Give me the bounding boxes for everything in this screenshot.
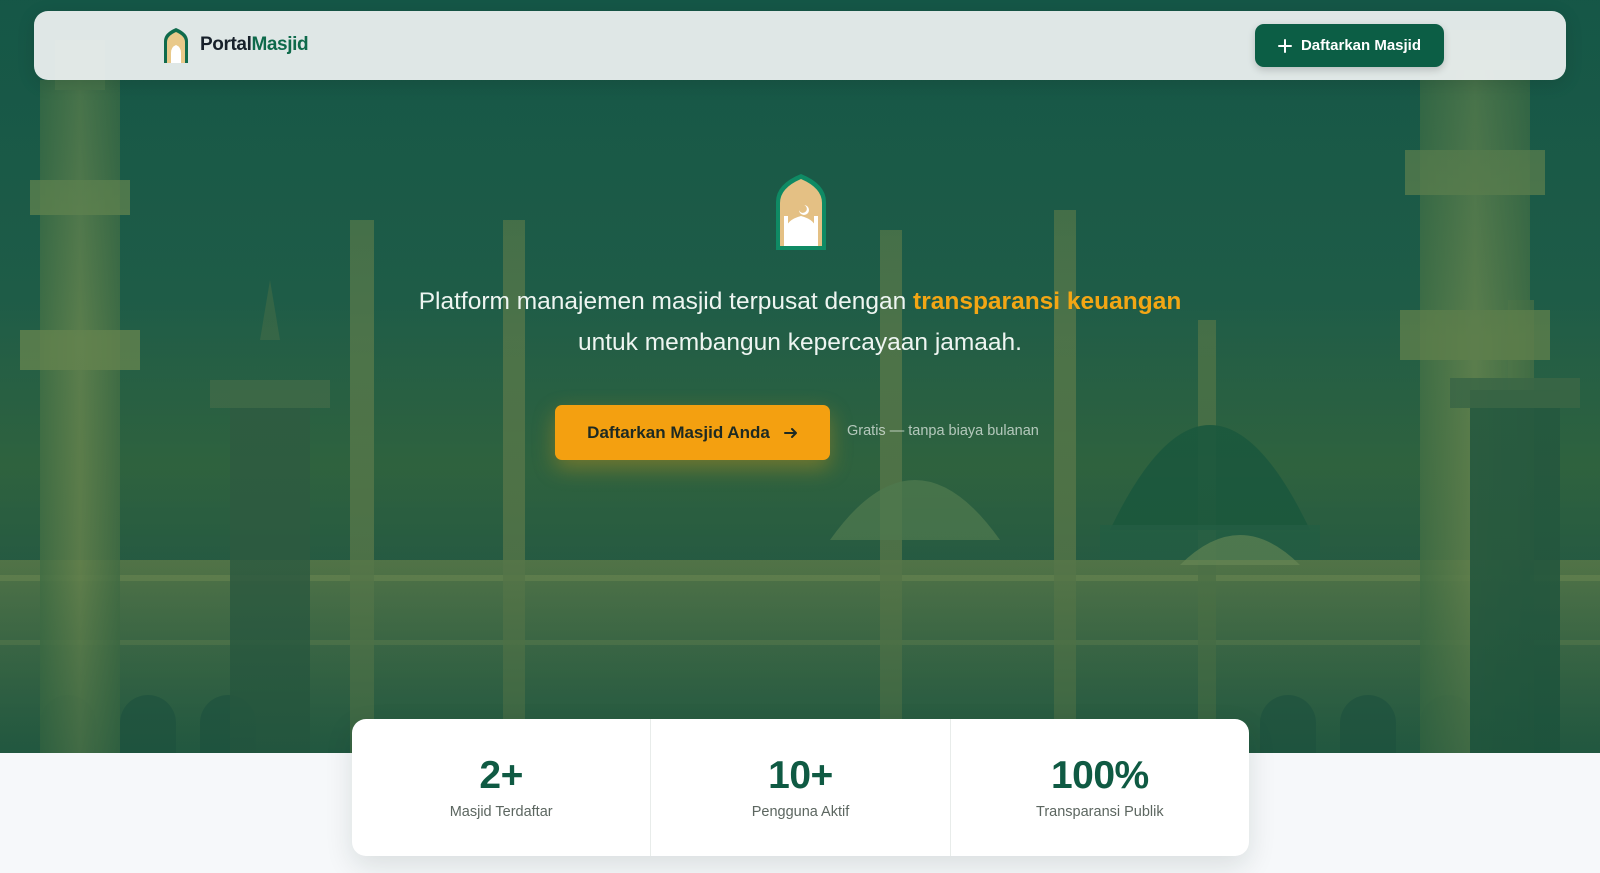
stat-label: Pengguna Aktif <box>751 804 850 820</box>
hero-tagline: Platform manajemen masjid terpusat denga… <box>400 281 1200 363</box>
plus-icon <box>1277 38 1292 53</box>
hero-section <box>0 0 1600 753</box>
arrow-right-icon <box>783 427 797 438</box>
tagline-text-start: Platform manajemen masjid terpusat denga… <box>418 288 914 315</box>
stat-active-users: 10+ Pengguna Aktif <box>650 719 949 856</box>
stat-public-transparency: 100% Transparansi Publik <box>949 719 1249 856</box>
register-mosque-button[interactable]: Daftarkan Masjid <box>1255 24 1444 67</box>
stat-label: Transparansi Publik <box>1036 804 1164 820</box>
stat-label: Masjid Terdaftar <box>449 804 553 820</box>
stat-value: 10+ <box>768 754 833 797</box>
stats-card: 2+ Masjid Terdaftar 10+ Pengguna Aktif 1… <box>352 719 1249 856</box>
navbar: PortalMasjid Daftarkan Masjid <box>34 11 1566 80</box>
hero-overlay <box>0 0 1600 753</box>
mosque-logo-icon <box>164 28 188 63</box>
cta-register-button-label: Daftarkan Masjid Anda <box>587 422 770 442</box>
stat-value: 2+ <box>479 754 523 797</box>
register-mosque-button-label: Daftarkan Masjid <box>1300 37 1422 54</box>
brand-name-masjid: Masjid <box>251 34 309 55</box>
hero-mosque-logo-icon <box>776 174 826 250</box>
tagline-highlight: transparansi keuangan <box>913 288 1182 315</box>
cta-register-button[interactable]: Daftarkan Masjid Anda <box>555 405 830 460</box>
stat-value: 100% <box>1050 754 1149 797</box>
stat-registered-mosques: 2+ Masjid Terdaftar <box>352 719 650 856</box>
brand-name-portal: Portal <box>200 34 252 55</box>
cta-note: Gratis — tanpa biaya bulanan <box>847 423 1039 439</box>
tagline-text-end: untuk membangun kepercayaan jamaah. <box>577 329 1022 356</box>
brand-logo-link[interactable]: PortalMasjid <box>162 27 309 63</box>
